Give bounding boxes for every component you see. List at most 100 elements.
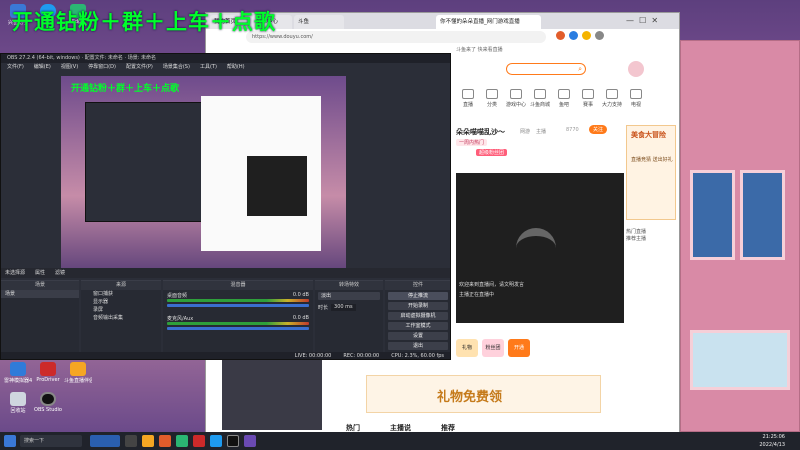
properties-button[interactable]: 属性 bbox=[35, 268, 45, 278]
follow-count: 8770 bbox=[566, 127, 579, 133]
badge: 超级粉丝团 bbox=[476, 149, 508, 156]
extension-icon[interactable] bbox=[582, 31, 591, 40]
duration-input[interactable]: 300 ms bbox=[331, 304, 356, 311]
preview-nested-video bbox=[247, 156, 307, 216]
desktop-icon[interactable]: 斗鱼直播伴侣 bbox=[64, 362, 92, 384]
window-controls[interactable]: — ☐ ✕ bbox=[626, 16, 658, 25]
sources-header: 来源 bbox=[81, 281, 161, 290]
gift-item[interactable]: 粉丝团 bbox=[482, 339, 504, 357]
nav-item[interactable]: 赛事 bbox=[576, 89, 600, 108]
event-card[interactable]: 美食大冒险 直播竞猜 送出好礼 bbox=[626, 125, 676, 220]
nav-item[interactable]: 分类 bbox=[480, 89, 504, 108]
promo-banner[interactable]: 礼物免费领 bbox=[366, 375, 601, 413]
video-player[interactable]: 欢迎来到直播间，请文明发言 主播正在直播中 bbox=[456, 173, 624, 323]
obs-window: OBS 27.2.4 (64-bit, windows) · 配置文件: 未命名… bbox=[0, 53, 451, 360]
extension-icon[interactable] bbox=[569, 31, 578, 40]
search-input[interactable]: ⌕ bbox=[506, 63, 586, 75]
clock[interactable]: 21:25:06 2022/4/13 bbox=[745, 433, 785, 449]
taskbar-app-icon[interactable] bbox=[244, 435, 256, 447]
taskbar-app-icon[interactable] bbox=[142, 435, 154, 447]
exit-button[interactable]: 退出 bbox=[388, 342, 448, 350]
source-toolbar: 未选择源 属性 滤镜 bbox=[1, 268, 450, 278]
taskbar-app-icon[interactable] bbox=[159, 435, 171, 447]
settings-button[interactable]: 设置 bbox=[388, 332, 448, 340]
extension-icons bbox=[556, 31, 671, 43]
desktop-icon[interactable]: ProDriver bbox=[34, 362, 62, 383]
obs-title-bar: OBS 27.2.4 (64-bit, windows) · 配置文件: 未命名… bbox=[1, 54, 450, 63]
rec-status: REC: 00:00:00 bbox=[343, 353, 380, 359]
room-title: 朵朵喵喵乱沙～ bbox=[456, 128, 505, 136]
obs-preview[interactable]: 开通钻粉＋群＋上车＋点歌 bbox=[61, 76, 346, 276]
desktop-icon[interactable]: 雷神模拟器4 bbox=[4, 362, 32, 384]
preview-overlay-text: 开通钻粉＋群＋上车＋点歌 bbox=[71, 84, 180, 94]
scene-item[interactable]: 场景 bbox=[1, 290, 79, 298]
source-item[interactable]: 录屏 bbox=[81, 306, 161, 314]
taskbar-app-icon[interactable] bbox=[125, 435, 137, 447]
nav-item[interactable]: 直播 bbox=[456, 89, 480, 108]
filters-button[interactable]: 滤镜 bbox=[55, 268, 65, 278]
studio-mode-button[interactable]: 工作室模式 bbox=[388, 322, 448, 330]
menu-icon[interactable] bbox=[595, 31, 604, 40]
no-source-label: 未选择源 bbox=[5, 270, 26, 276]
start-recording-button[interactable]: 开始录制 bbox=[388, 302, 448, 310]
source-item[interactable]: 音频输出采集 bbox=[81, 314, 161, 322]
menu-profile[interactable]: 配置文件(P) bbox=[126, 63, 153, 72]
nav-item[interactable]: 鱼吧 bbox=[552, 89, 576, 108]
volume-slider[interactable] bbox=[167, 327, 309, 330]
mixer-panel: 混音器 桌面音频 0.0 dB 麦克风/Aux 0.0 dB bbox=[163, 280, 313, 352]
address-bar[interactable]: https://www.douyu.com/ bbox=[246, 31, 546, 43]
scenes-header: 场景 bbox=[1, 281, 79, 290]
transition-select[interactable]: 淡出 bbox=[318, 292, 380, 300]
side-list: 热门直播 推荐主播 bbox=[626, 229, 647, 242]
obs-menu-bar: 文件(F) 编辑(E) 视图(V) 停靠窗口(D) 配置文件(P) 场景集合(S… bbox=[1, 63, 450, 72]
obs-taskbar-icon[interactable] bbox=[227, 435, 239, 447]
menu-tools[interactable]: 工具(T) bbox=[200, 63, 217, 72]
taskbar-app-icon[interactable] bbox=[90, 435, 120, 447]
menu-view[interactable]: 视图(V) bbox=[61, 63, 78, 72]
window-blue-2 bbox=[740, 170, 785, 260]
scenes-panel: 场景 场景 bbox=[1, 280, 79, 352]
taskbar-app-icon[interactable] bbox=[193, 435, 205, 447]
follow-button[interactable]: 关注 bbox=[589, 125, 608, 134]
nav-item[interactable]: 斗鱼商城 bbox=[528, 89, 552, 108]
obs-desktop-icon[interactable]: OBS Studio bbox=[34, 392, 62, 413]
live-status: LIVE: 00:00:00 bbox=[294, 353, 332, 359]
source-item[interactable]: 窗口捕获 bbox=[81, 290, 161, 298]
start-icon[interactable] bbox=[4, 435, 16, 447]
recycle-bin-icon[interactable]: 回收站 bbox=[4, 392, 32, 414]
tab-douyu[interactable]: 斗鱼 bbox=[294, 15, 344, 29]
taskbar-app-icon[interactable] bbox=[176, 435, 188, 447]
avatar[interactable] bbox=[628, 61, 644, 77]
search-icon[interactable]: ⌕ bbox=[578, 65, 582, 74]
gift-bar: 礼物 粉丝团 开通 bbox=[456, 333, 624, 363]
extension-icon[interactable] bbox=[556, 31, 565, 40]
menu-docks[interactable]: 停靠窗口(D) bbox=[88, 63, 116, 72]
taskbar-app-icon[interactable] bbox=[210, 435, 222, 447]
nav-item[interactable]: 游戏中心 bbox=[504, 89, 528, 108]
menu-file[interactable]: 文件(F) bbox=[7, 63, 24, 72]
controls-panel: 控件 停止推流 开始录制 启动虚拟摄像机 工作室模式 设置 退出 bbox=[385, 280, 450, 352]
menu-edit[interactable]: 编辑(E) bbox=[34, 63, 51, 72]
nav-item[interactable]: 电视 bbox=[624, 89, 648, 108]
gift-item[interactable]: 开通 bbox=[508, 339, 530, 357]
mixer-channel: 桌面音频 0.0 dB bbox=[163, 290, 313, 309]
nav-item[interactable]: 大力支持 bbox=[600, 89, 624, 108]
room-category[interactable]: 网游 bbox=[520, 128, 530, 135]
window-light bbox=[690, 330, 790, 390]
source-item[interactable]: 显示器 bbox=[81, 298, 161, 306]
mixer-channel: 麦克风/Aux 0.0 dB bbox=[163, 309, 313, 332]
menu-help[interactable]: 帮助(H) bbox=[227, 63, 245, 72]
virtual-camera-button[interactable]: 启动虚拟摄像机 bbox=[388, 312, 448, 320]
bookmark-bar: 斗鱼来了 快来看直播 bbox=[456, 47, 503, 53]
taskbar: 搜索一下 21:25:06 2022/4/13 bbox=[0, 432, 800, 450]
controls-header: 控件 bbox=[385, 281, 450, 290]
mixer-header: 混音器 bbox=[163, 281, 313, 290]
gift-item[interactable]: 礼物 bbox=[456, 339, 478, 357]
volume-slider[interactable] bbox=[167, 304, 309, 307]
stop-streaming-button[interactable]: 停止推流 bbox=[388, 292, 448, 300]
tab-live-room[interactable]: 你不懂的朵朵直播_网门游戏直播 bbox=[436, 15, 541, 29]
window-blue-1 bbox=[690, 170, 735, 260]
menu-scene-collection[interactable]: 场景集合(S) bbox=[163, 63, 190, 72]
volume-meter bbox=[167, 299, 309, 302]
taskbar-search[interactable]: 搜索一下 bbox=[20, 435, 82, 447]
